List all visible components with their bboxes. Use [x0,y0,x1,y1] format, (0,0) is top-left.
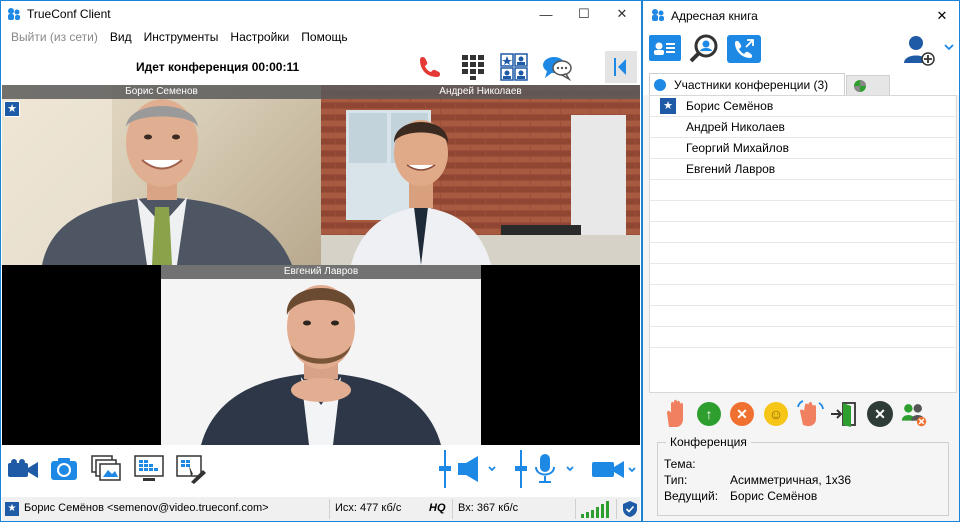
collapse-panel-icon[interactable] [605,51,637,83]
status-pie-icon [854,79,866,92]
tab-label: Участники конференции (3) [674,77,829,92]
minimize-button[interactable]: — [527,1,565,27]
security-shield-icon [622,500,638,521]
app-logo-icon [651,8,665,25]
hangup-icon[interactable] [413,51,445,83]
video-tile[interactable]: Борис Семенов ★ [2,85,321,265]
participants-list: ★ Борис Семёнов Андрей Николаев Георгий … [649,95,957,393]
media-toolbar [2,445,640,495]
screen-share-icon[interactable] [132,453,166,485]
microphone-volume-slider[interactable] [514,450,528,488]
applause-icon[interactable] [795,399,825,429]
promote-icon[interactable]: ↑ [694,399,724,429]
tab-status[interactable] [846,75,890,95]
participant-name: Борис Семёнов [686,99,774,113]
smile-icon[interactable]: ☺ [761,399,791,429]
conference-toolbar: Идет конференция 00:00:11 [1,47,641,85]
host-value: Борис Семёнов [730,489,818,503]
participant-actions: ↑ ✕ ☺ ✕ [649,397,957,433]
video-participant-name: Евгений Лавров [161,265,481,279]
incoming-bitrate: Вх: 367 кб/с [458,502,519,514]
address-book-title-bar: Адресная книга ✕ [643,1,959,31]
remote-desktop-icon[interactable] [174,453,208,485]
video-tile[interactable]: Андрей Николаев [321,85,640,265]
list-item[interactable]: ★ Борис Семёнов [650,96,956,117]
list-item[interactable]: Евгений Лавров [650,159,956,180]
address-book-toolbar [643,31,959,71]
menu-bar: Выйти (из сети) Вид Инструменты Настройк… [1,27,641,47]
current-user: Борис Семёнов <semenov@video.trueconf.co… [24,502,269,514]
quality-badge: HQ [429,502,446,514]
signal-strength-icon [580,500,612,521]
list-item[interactable]: Андрей Николаев [650,117,956,138]
topic-label: Тема: [664,457,696,471]
participant-name: Евгений Лавров [686,162,776,176]
owner-star-icon: ★ [5,502,19,516]
disconnect-participant-icon[interactable]: ✕ [865,399,895,429]
participant-video-image [321,85,640,265]
leave-podium-icon[interactable] [829,399,859,429]
participant-video-image [2,85,292,265]
video-tile[interactable]: Евгений Лавров [161,265,481,445]
remove-participants-icon[interactable] [899,399,929,429]
type-value: Асимметричная, 1x36 [730,473,852,487]
participant-name: Георгий Михайлов [686,141,789,155]
slideshow-icon[interactable] [90,453,122,485]
video-participant-name: Андрей Николаев [321,85,640,99]
microphone-icon[interactable] [532,453,578,485]
menu-help[interactable]: Помощь [295,30,353,44]
conference-info-legend: Конференция [666,435,751,449]
speaker-volume-slider[interactable] [438,450,452,488]
raise-hand-icon[interactable] [661,399,691,429]
list-item[interactable]: Георгий Михайлов [650,138,956,159]
dialpad-icon[interactable] [457,51,489,83]
window-title: TrueConf Client [27,7,111,21]
type-label: Тип: [664,473,688,487]
add-contact-icon[interactable] [901,33,937,67]
owner-star-icon: ★ [660,98,676,114]
snapshot-icon[interactable] [48,453,80,485]
menu-view[interactable]: Вид [104,30,138,44]
camera-icon[interactable] [6,453,40,485]
main-window: TrueConf Client — ☐ ✕ Выйти (из сети) Ви… [0,0,642,522]
tab-conference-participants[interactable]: Участники конференции (3) [649,73,845,95]
host-label: Ведущий: [664,489,719,503]
calls-icon[interactable] [727,35,761,63]
close-button[interactable]: ✕ [603,1,641,27]
owner-star-icon: ★ [4,101,20,117]
chat-icon[interactable] [541,51,573,83]
status-bar: ★ Борис Семёнов <semenov@video.trueconf.… [2,497,640,521]
contacts-icon[interactable] [649,35,681,61]
menu-logout[interactable]: Выйти (из сети) [5,30,104,44]
video-participant-name: Борис Семенов [2,85,321,99]
chevron-down-icon[interactable] [943,41,955,53]
maximize-button[interactable]: ☐ [565,1,603,27]
search-icon[interactable] [688,33,720,65]
conference-info-panel: Конференция Тема: Тип: Асимметричная, 1x… [657,435,949,516]
remove-from-podium-icon[interactable]: ✕ [727,399,757,429]
menu-settings[interactable]: Настройки [224,30,295,44]
participants-tab-icon [654,78,666,91]
layout-icon[interactable] [498,51,530,83]
video-area: Борис Семенов ★ Андрей Николаев Евгений … [2,85,640,445]
participant-name: Андрей Николаев [686,120,785,134]
menu-tools[interactable]: Инструменты [138,30,225,44]
address-book-tabs: Участники конференции (3) [643,71,959,95]
conference-status: Идет конференция 00:00:11 [136,60,300,74]
address-book-close-button[interactable]: ✕ [925,1,959,31]
speaker-icon[interactable] [456,453,496,485]
outgoing-bitrate: Исх: 477 кб/с [335,502,402,514]
video-camera-icon[interactable] [590,453,638,485]
app-logo-icon [7,7,21,21]
title-bar: TrueConf Client — ☐ ✕ [1,1,641,27]
participant-video-image [201,285,441,445]
address-book-title: Адресная книга [671,9,758,23]
address-book-window: Адресная книга ✕ Участники конференции (… [642,0,960,522]
